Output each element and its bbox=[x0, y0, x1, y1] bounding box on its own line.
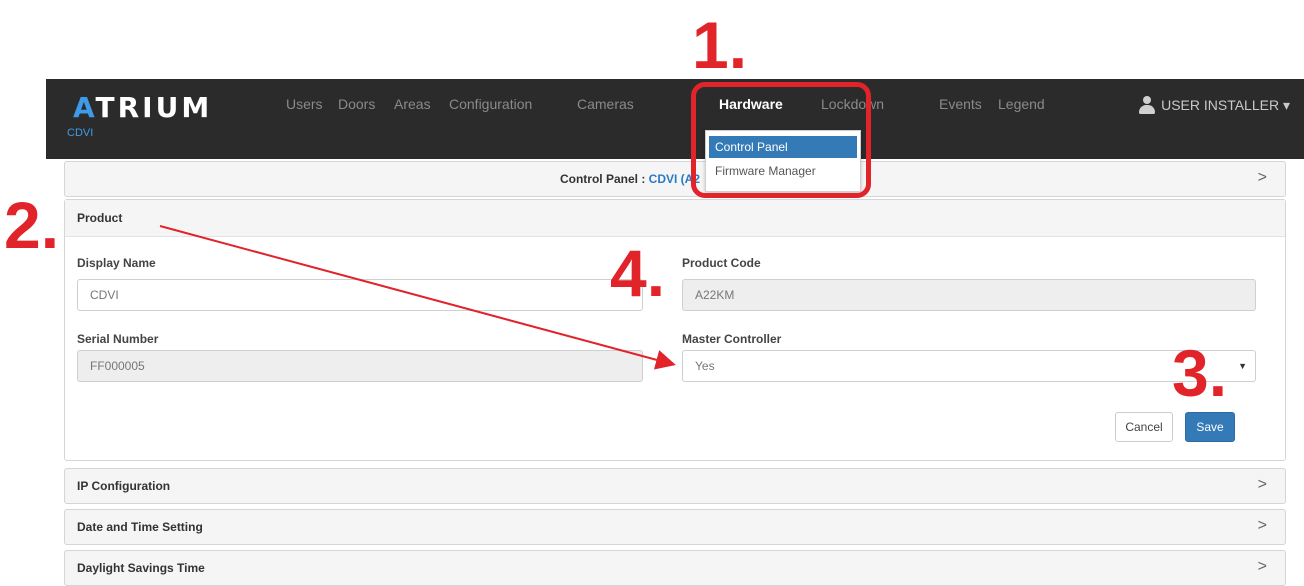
annotation-step-3: 3. bbox=[1172, 336, 1228, 410]
annotation-step-1: 1. bbox=[692, 8, 748, 82]
annotation-step-2: 2. bbox=[4, 188, 60, 262]
annotation-step-4: 4. bbox=[610, 236, 666, 310]
